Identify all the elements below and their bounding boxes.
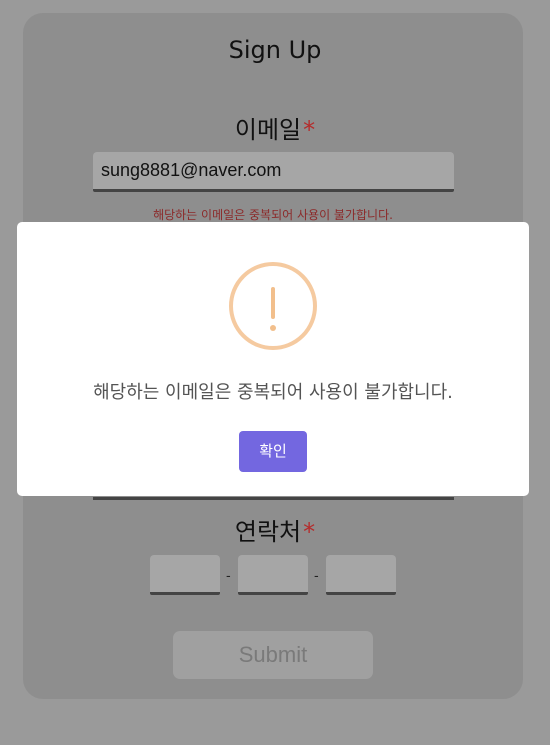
alert-modal: 해당하는 이메일은 중복되어 사용이 불가합니다. 확인 xyxy=(17,222,529,496)
submit-button[interactable]: Submit xyxy=(173,631,373,679)
phone-field-3[interactable] xyxy=(326,555,396,595)
phone-field-1[interactable] xyxy=(150,555,220,595)
phone-label: 연락처* xyxy=(0,512,550,547)
phone-separator: - xyxy=(226,567,231,583)
email-label: 이메일* xyxy=(0,110,550,145)
warning-icon xyxy=(229,262,317,350)
warning-icon-bar xyxy=(271,287,275,319)
required-mark: * xyxy=(303,116,316,144)
confirm-button[interactable]: 확인 xyxy=(239,431,307,472)
page: Sign Up 이메일* sung8881@naver.com 해당하는 이메일… xyxy=(0,0,550,745)
email-error-message: 해당하는 이메일은 중복되어 사용이 불가합니다. xyxy=(153,208,393,222)
email-label-text: 이메일 xyxy=(234,116,302,144)
page-title: Sign Up xyxy=(228,36,322,64)
phone-label-text: 연락처 xyxy=(234,518,302,546)
modal-message: 해당하는 이메일은 중복되어 사용이 불가합니다. xyxy=(93,382,453,403)
phone-separator: - xyxy=(314,567,319,583)
email-input[interactable]: sung8881@naver.com xyxy=(93,152,454,192)
phone-field-2[interactable] xyxy=(238,555,308,595)
warning-icon-dot xyxy=(270,325,276,331)
required-mark: * xyxy=(303,518,316,546)
